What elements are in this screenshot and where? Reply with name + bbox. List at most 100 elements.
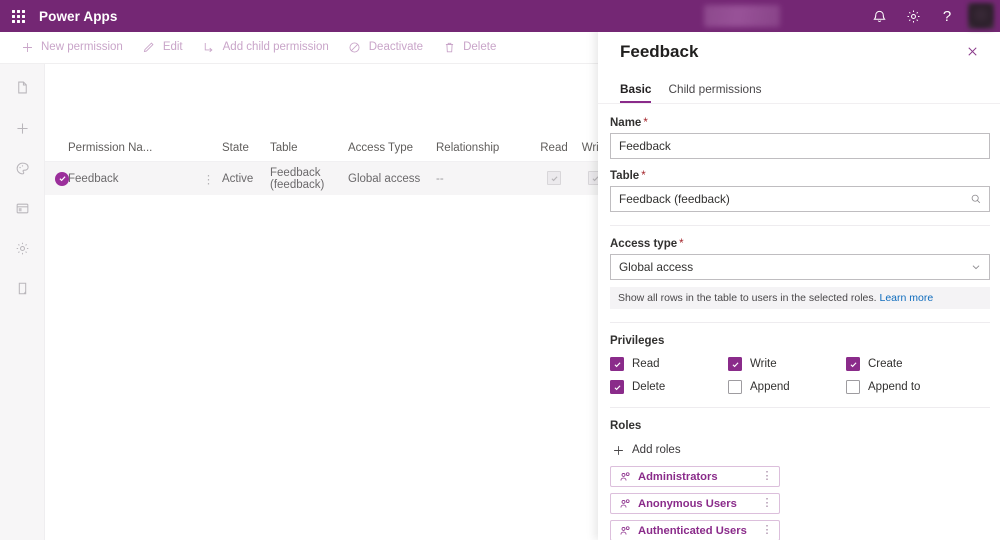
privilege-create[interactable]: Create: [846, 357, 990, 371]
column-header-read[interactable]: Read: [536, 142, 572, 154]
privilege-write[interactable]: Write: [728, 357, 846, 371]
ellipsis-vertical-icon[interactable]: ⋮: [760, 471, 774, 482]
privilege-append-label: Append: [750, 381, 790, 393]
column-header-relationship[interactable]: Relationship: [436, 142, 536, 154]
new-permission-label: New permission: [41, 40, 123, 53]
required-marker: *: [643, 117, 648, 129]
search-icon[interactable]: [970, 193, 982, 205]
list-item[interactable]: Anonymous Users ⋮: [610, 493, 780, 514]
access-type-label-text: Access type: [610, 238, 678, 250]
privilege-delete-label: Delete: [632, 381, 666, 393]
add-child-permission-label: Add child permission: [222, 40, 329, 53]
access-type-value: Global access: [619, 260, 694, 274]
panel-body: Name* Table*: [598, 104, 1000, 540]
row-selected-check-icon[interactable]: [55, 171, 69, 186]
privilege-append[interactable]: Append: [728, 380, 846, 394]
tab-basic[interactable]: Basic: [620, 82, 652, 103]
privilege-delete[interactable]: Delete: [610, 380, 728, 394]
cell-read: [536, 171, 572, 186]
table-label-text: Table: [610, 170, 640, 182]
read-checkbox-disabled: [547, 171, 561, 186]
tab-child-permissions[interactable]: Child permissions: [668, 82, 761, 103]
row-more-icon[interactable]: ⋮: [195, 172, 222, 186]
delete-checkbox[interactable]: [610, 380, 624, 394]
read-checkbox[interactable]: [610, 357, 624, 371]
add-roles-button[interactable]: Add roles: [610, 442, 990, 458]
browser-window-icon: [15, 201, 30, 216]
suite-bar: Power Apps ?: [0, 0, 1000, 32]
page-title: Feedback: [620, 41, 699, 61]
plus-icon: [610, 442, 626, 458]
edit-button[interactable]: Edit: [136, 32, 192, 64]
help-icon[interactable]: ?: [930, 0, 964, 32]
bell-icon[interactable]: [862, 0, 896, 32]
roles-section: Roles Add roles Administrators ⋮ Anonymo…: [610, 420, 990, 540]
privileges-section: Privileges Read Write Create Delete Appe…: [610, 335, 990, 394]
list-item[interactable]: Administrators ⋮: [610, 466, 780, 487]
ellipsis-vertical-icon[interactable]: ⋮: [760, 525, 774, 536]
learn-more-link[interactable]: Learn more: [879, 292, 933, 304]
role-label: Anonymous Users: [638, 497, 737, 510]
ellipsis-vertical-icon[interactable]: ⋮: [760, 498, 774, 509]
rail-spacer: [0, 184, 44, 193]
rail-item-theme[interactable]: [0, 153, 45, 184]
left-rail: [0, 64, 45, 540]
app-launcher-icon[interactable]: [0, 0, 36, 32]
privileges-grid: Read Write Create Delete Append Append t…: [610, 357, 990, 394]
cell-relationship: --: [436, 172, 444, 185]
create-checkbox[interactable]: [846, 357, 860, 371]
rail-item-settings[interactable]: [0, 233, 45, 264]
role-label: Administrators: [638, 470, 718, 483]
privilege-write-label: Write: [750, 358, 777, 370]
permission-detail-panel: Feedback Basic Child permissions Name*: [598, 28, 1000, 540]
name-label-text: Name: [610, 117, 642, 129]
role-user-icon: [618, 497, 632, 511]
chevron-down-icon[interactable]: [970, 261, 982, 273]
list-item[interactable]: Authenticated Users ⋮: [610, 520, 780, 540]
deactivate-button[interactable]: Deactivate: [342, 32, 432, 64]
app-root: Power Apps ? New permission Edit Add chi…: [0, 0, 1000, 540]
access-type-dropdown[interactable]: Global access: [610, 254, 990, 280]
privilege-append-to[interactable]: Append to: [846, 380, 990, 394]
rail-item-pages[interactable]: [0, 72, 45, 103]
mobile-device-icon: [15, 281, 30, 296]
name-input-wrap[interactable]: [610, 133, 990, 159]
pencil-icon: [140, 39, 158, 57]
table-input-wrap[interactable]: [610, 186, 990, 212]
column-header-state[interactable]: State: [222, 142, 270, 154]
add-child-permission-button[interactable]: Add child permission: [196, 32, 338, 64]
new-permission-button[interactable]: New permission: [14, 32, 132, 64]
page-icon: [15, 80, 30, 95]
cell-access-type: Global access: [348, 172, 421, 185]
panel-tabs: Basic Child permissions: [598, 75, 1000, 104]
privilege-read[interactable]: Read: [610, 357, 728, 371]
privilege-read-label: Read: [632, 358, 660, 370]
name-input[interactable]: [611, 134, 989, 158]
gear-icon[interactable]: [896, 0, 930, 32]
column-header-permission-name[interactable]: Permission Na...: [45, 142, 195, 154]
plus-icon: [18, 39, 36, 57]
delete-button[interactable]: Delete: [436, 32, 505, 64]
rail-item-preview[interactable]: [0, 273, 45, 304]
cell-state: Active: [222, 172, 254, 185]
panel-header: Feedback: [598, 28, 1000, 75]
append-checkbox[interactable]: [728, 380, 742, 394]
cell-table: Feedback (feedback): [270, 166, 325, 191]
rail-item-site[interactable]: [0, 193, 45, 224]
deactivate-label: Deactivate: [368, 40, 424, 53]
column-header-table[interactable]: Table: [270, 142, 348, 154]
section-divider: [610, 225, 990, 226]
avatar[interactable]: [968, 3, 994, 29]
role-user-icon: [618, 524, 632, 538]
rail-item-add[interactable]: [0, 113, 45, 144]
privilege-create-label: Create: [868, 358, 903, 370]
role-label: Authenticated Users: [638, 524, 747, 537]
write-checkbox[interactable]: [728, 357, 742, 371]
required-marker: *: [679, 238, 684, 250]
add-child-icon: [200, 39, 218, 57]
column-header-access-type[interactable]: Access Type: [348, 142, 436, 154]
close-icon[interactable]: [958, 38, 986, 66]
table-input[interactable]: [611, 187, 989, 211]
rail-spacer: [0, 103, 44, 113]
append-to-checkbox[interactable]: [846, 380, 860, 394]
